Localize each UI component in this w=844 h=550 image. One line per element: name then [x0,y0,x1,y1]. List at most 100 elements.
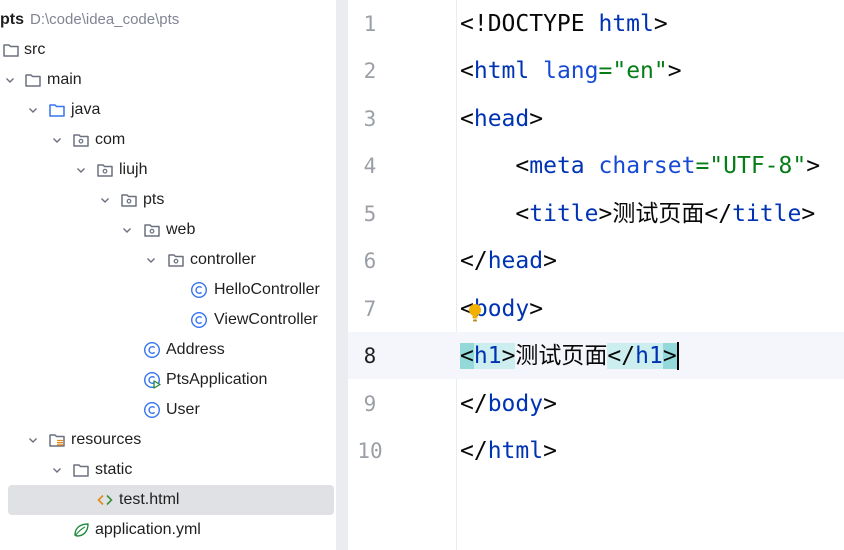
package-icon [143,221,161,239]
chevron-down-icon[interactable] [51,134,63,146]
code-text[interactable]: </html> [460,437,557,465]
code-editor[interactable]: 1 <!DOCTYPE html> 2 <html lang="en"> 3 <… [348,0,844,550]
tree-item-label: User [166,401,200,418]
tree-item-label: static [95,461,133,478]
code-text[interactable]: <head> [460,105,543,133]
tree-item-label: main [47,71,82,88]
matched-tag-name: h1 [635,343,663,369]
chevron-down-icon[interactable] [51,464,63,476]
tree-item-src[interactable]: src [0,35,336,65]
source-folder-icon [48,101,66,119]
tree-item-root[interactable]: pts D:\code\idea_code\pts [0,5,336,35]
line-number[interactable]: 2 [348,57,392,85]
folder-icon [72,461,90,479]
package-icon [120,191,138,209]
panel-splitter[interactable] [336,0,348,550]
code-line[interactable]: 2 <html lang="en"> [348,47,844,94]
chevron-down-icon[interactable] [99,194,111,206]
code-text[interactable]: <html lang="en"> [460,57,682,85]
tree-item-label: HelloController [214,281,320,298]
tree-item-label: com [95,131,126,148]
chevron-down-icon[interactable] [4,74,16,86]
tree-item-label: resources [71,431,142,448]
folder-icon [2,41,20,59]
line-number[interactable]: 5 [348,200,392,228]
line-number[interactable]: 1 [348,10,392,38]
project-tree: pts D:\code\idea_code\pts src main java … [0,0,336,550]
tree-item-label: web [166,221,196,238]
package-icon [72,131,90,149]
tree-item-label: pts [143,191,165,208]
chevron-down-icon[interactable] [145,254,157,266]
tree-item-label: liujh [119,161,148,178]
chevron-down-icon[interactable] [27,434,39,446]
tree-item-label: ViewController [214,311,318,328]
lightbulb-icon[interactable] [468,303,482,323]
line-number[interactable]: 3 [348,105,392,133]
code-line[interactable]: 5 <title>测试页面</title> [348,190,844,237]
tree-item-label: Address [166,341,225,358]
tree-item-label: controller [190,251,256,268]
yaml-spring-icon [72,521,90,539]
code-line[interactable]: 10 </html> [348,427,844,474]
chevron-down-icon[interactable] [27,104,39,116]
class-icon [143,401,161,419]
tree-item-web[interactable]: web [0,215,336,245]
code-text[interactable]: </head> [460,247,557,275]
code-line-current[interactable]: 8 <h1>测试页面</h1> [348,332,844,379]
code-line[interactable]: 7 <body> [348,285,844,332]
class-icon [190,281,208,299]
line-number[interactable]: 6 [348,247,392,275]
html-file-icon [96,491,114,509]
code-line[interactable]: 4 <meta charset="UTF-8"> [348,142,844,189]
code-text[interactable]: <h1>测试页面</h1> [460,342,679,370]
code-text[interactable]: <!DOCTYPE html> [460,10,668,38]
code-line[interactable]: 1 <!DOCTYPE html> [348,0,844,47]
tree-item-address[interactable]: Address [0,335,336,365]
matched-bracket: < [460,343,474,369]
tree-item-static[interactable]: static [0,455,336,485]
tree-item-com[interactable]: com [0,125,336,155]
code-line[interactable]: 6 </head> [348,237,844,284]
line-number[interactable]: 7 [348,295,392,323]
line-number[interactable]: 9 [348,390,392,418]
tree-item-label: application.yml [95,521,201,538]
tree-item-resources[interactable]: resources [0,425,336,455]
tree-item-controller[interactable]: controller [0,245,336,275]
chevron-down-icon[interactable] [75,164,87,176]
package-icon [167,251,185,269]
tree-item-liujh[interactable]: liujh [0,155,336,185]
line-number[interactable]: 4 [348,152,392,180]
tree-item-hello-controller[interactable]: HelloController [0,275,336,305]
class-icon [143,341,161,359]
chevron-down-icon[interactable] [121,224,133,236]
project-root-name: pts [0,11,24,28]
tree-item-application-yml[interactable]: application.yml [0,515,336,545]
tree-item-label: java [71,101,101,118]
tree-item-user[interactable]: User [0,395,336,425]
matched-bracket: > [662,343,677,369]
tree-item-label: PtsApplication [166,371,268,388]
tree-item-test-html[interactable]: test.html [8,485,334,515]
code-text[interactable]: <meta charset="UTF-8"> [460,152,820,180]
line-number[interactable]: 10 [348,437,392,465]
tree-item-pts[interactable]: pts [0,185,336,215]
tree-item-main[interactable]: main [0,65,336,95]
code-line[interactable]: 9 </body> [348,380,844,427]
code-text[interactable]: </body> [460,390,557,418]
folder-icon [24,71,42,89]
tree-item-pts-application[interactable]: PtsApplication [0,365,336,395]
tree-item-label: src [24,41,46,58]
ide-window: pts D:\code\idea_code\pts src main java … [0,0,844,550]
spring-boot-app-icon [143,371,161,389]
project-root-path: D:\code\idea_code\pts [30,11,180,28]
class-icon [190,311,208,329]
tree-item-java[interactable]: java [0,95,336,125]
matched-tag-name: h1 [473,343,502,369]
tree-item-view-controller[interactable]: ViewController [0,305,336,335]
tree-item-label: test.html [119,491,180,508]
text-caret [676,342,679,370]
code-text[interactable]: <title>测试页面</title> [460,200,815,228]
code-line[interactable]: 3 <head> [348,95,844,142]
line-number[interactable]: 8 [348,342,392,370]
